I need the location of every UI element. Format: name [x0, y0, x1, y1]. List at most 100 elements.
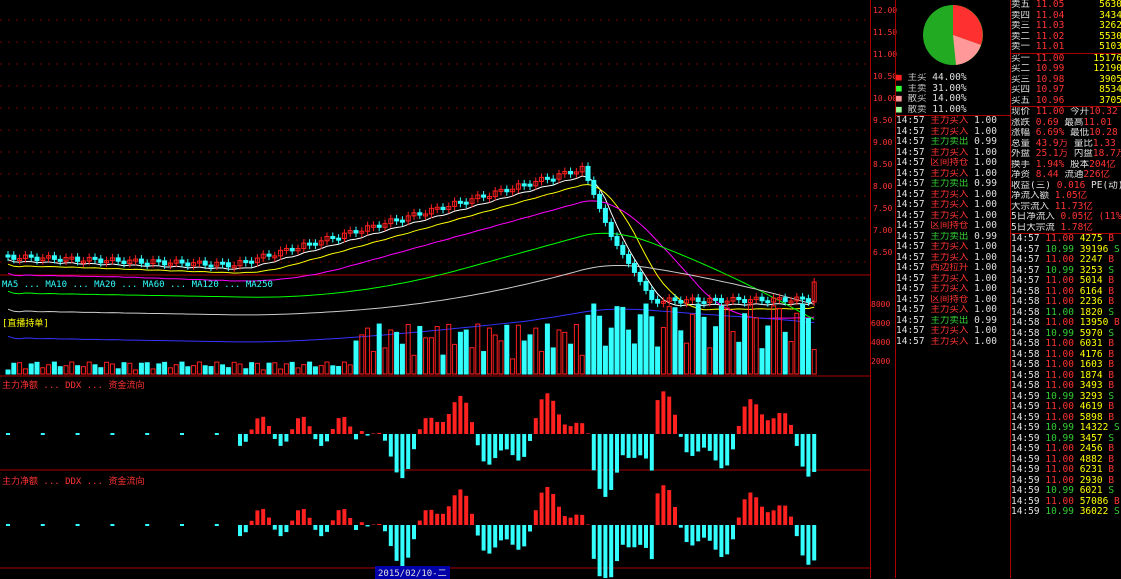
volume-bar: [342, 362, 346, 374]
flow-bar: [598, 434, 602, 489]
volume-bar: [255, 363, 259, 374]
sell-order-book: 卖五 11.05 5630卖四 11.04 3434卖三 11.03 3262卖…: [1011, 0, 1121, 53]
candle: [464, 202, 468, 204]
flow-bar: [696, 525, 700, 541]
flow-bar: [528, 434, 532, 441]
volume-bar: [192, 366, 196, 374]
flow-bar: [743, 499, 747, 525]
flow-bar: [656, 400, 660, 434]
flow-bar: [464, 403, 468, 434]
candle: [603, 208, 607, 222]
tick-row: 14:58 11.00 1820 S: [1011, 308, 1121, 319]
side-list-row: 14:57 主力买入 1.00: [896, 326, 1011, 337]
flow-bar: [754, 497, 758, 525]
flow-bar: [145, 433, 149, 435]
pie-legend: ■ 主买 44.00%■ 主卖 31.00%■ 散买 14.00%■ 散卖 11…: [896, 73, 1011, 115]
volume-bar: [482, 352, 486, 374]
candle: [331, 237, 335, 239]
candle: [609, 222, 613, 236]
volume-bar: [435, 327, 439, 374]
flow-bar: [766, 420, 770, 434]
flow-bar: [569, 426, 573, 434]
flow-bar: [528, 525, 532, 531]
flow-bar: [447, 506, 451, 525]
candle: [226, 263, 230, 267]
volume-bar: [667, 306, 671, 374]
flow-bar: [737, 426, 741, 434]
flow-bar: [801, 525, 805, 555]
volume-bar: [174, 365, 178, 374]
pie-legend-item: ■ 散买 14.00%: [896, 94, 1011, 105]
side-list-row: 14:57 区间持仓 1.00: [896, 295, 1011, 306]
candle: [76, 257, 80, 261]
volume-bar: [795, 313, 799, 374]
volume-bar: [534, 328, 538, 374]
flow-bar: [615, 434, 619, 473]
flow-bar: [569, 518, 573, 525]
volume-bar: [337, 367, 341, 374]
price-tick: 10.00: [873, 94, 897, 103]
flow-bar: [441, 514, 445, 525]
candle: [354, 231, 358, 233]
tick-row: 14:58 11.00 1874 B: [1011, 371, 1121, 382]
side-list-row: 14:57 西边拉升 1.00: [896, 263, 1011, 274]
volume-bar: [58, 367, 62, 374]
candle: [743, 300, 747, 303]
candle: [93, 257, 97, 259]
volume-bar: [313, 367, 317, 374]
quote-stat-row: 现价 11.00 今开10.32: [1011, 107, 1121, 118]
flow-bar: [499, 525, 503, 540]
volume-bar: [99, 368, 103, 374]
tick-list[interactable]: 14:57 11.00 4275 B14:57 10.99 39196 S14:…: [1011, 234, 1121, 518]
candle: [441, 207, 445, 209]
volume-bar: [23, 369, 27, 374]
candle: [702, 302, 706, 304]
volume-bar: [545, 324, 549, 374]
side-list-row: 14:57 主力买入 1.00: [896, 116, 1011, 127]
volume-bar: [273, 363, 277, 374]
flow-bar: [325, 434, 329, 441]
flow-bar: [644, 525, 648, 548]
side-list-row: 14:57 主力卖出 0.99: [896, 232, 1011, 243]
candle: [737, 297, 741, 299]
flow-bar: [650, 525, 654, 559]
flow-bar: [250, 521, 254, 525]
price-tick: 10.50: [873, 72, 897, 81]
volume-bar: [737, 342, 741, 374]
flow-bar: [342, 509, 346, 525]
candle: [337, 238, 341, 240]
volume-bar: [221, 365, 225, 374]
volume-bar: [516, 325, 520, 374]
flow-bar: [110, 524, 114, 526]
flow-bar: [748, 399, 752, 434]
tick-row: 14:59 11.00 57086 B: [1011, 497, 1121, 508]
price-tick: 6.50: [873, 248, 892, 257]
flow-bar: [215, 524, 219, 526]
side-list-row: 14:57 主力买入 1.00: [896, 200, 1011, 211]
tick-row: 14:59 11.00 4882 B: [1011, 455, 1121, 466]
candle: [783, 298, 787, 302]
volume-bar: [232, 362, 236, 374]
volume-bar: [754, 318, 758, 374]
candle: [801, 297, 805, 299]
candle: [551, 179, 555, 181]
volume-bar: [52, 362, 56, 374]
volume-bar: [690, 314, 694, 374]
flow-bar: [308, 518, 312, 525]
flow-bar: [702, 525, 706, 538]
candle: [52, 256, 56, 260]
flow-bar: [627, 525, 631, 547]
flow-bar: [284, 434, 288, 442]
flow-bar: [290, 429, 294, 434]
order-book-row: 卖一 11.01 5103: [1011, 42, 1121, 53]
flow-bar: [708, 434, 712, 451]
flow1-label: 主力净额 ... DDX ... 资金流向: [2, 378, 144, 391]
flow-bar: [592, 525, 596, 559]
candle: [267, 254, 271, 256]
volume-bar: [81, 367, 85, 374]
volume-bar: [87, 362, 91, 374]
volume-bar: [801, 304, 805, 374]
volume-bar: [766, 326, 770, 374]
flow-bar: [609, 525, 613, 577]
flow-bar: [377, 433, 381, 434]
